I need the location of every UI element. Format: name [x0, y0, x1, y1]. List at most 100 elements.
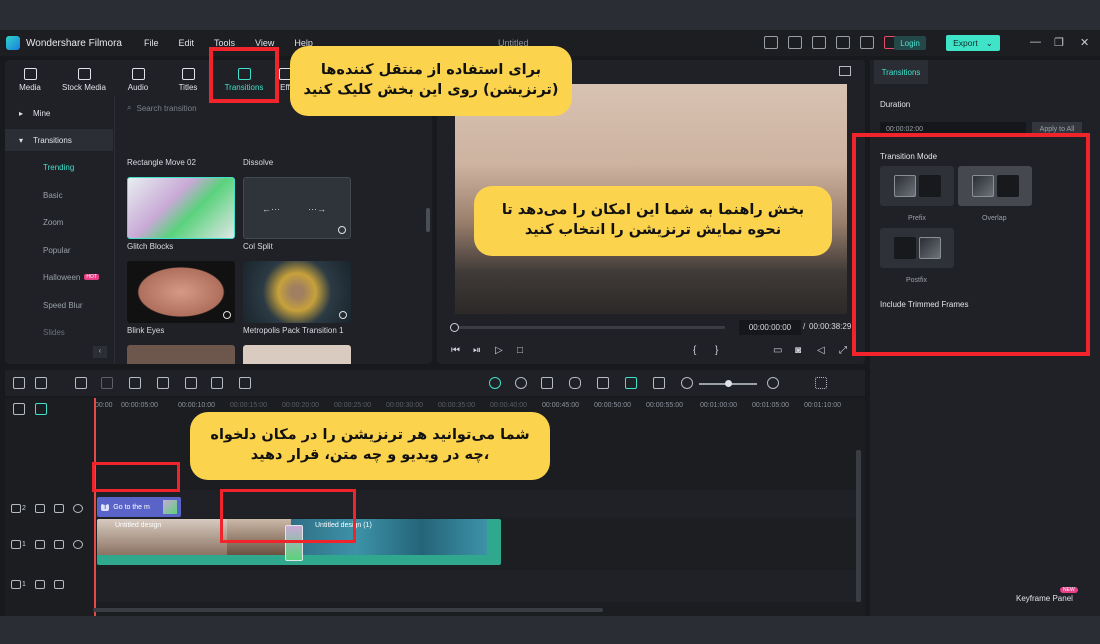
volume-icon[interactable]: ◁ [817, 345, 825, 356]
thumb-row-4b[interactable] [243, 345, 351, 364]
label-rectangle-move: Rectangle Move 02 [127, 158, 196, 167]
play-icon[interactable]: ▷ [495, 345, 503, 356]
add-track-icon[interactable] [13, 403, 25, 415]
audio-track-lane[interactable] [93, 570, 861, 602]
menu-file[interactable]: File [144, 38, 159, 48]
tab-titles[interactable]: Titles [163, 60, 213, 96]
microphone-icon[interactable] [569, 377, 581, 389]
tip-transitions-line2: (ترنزیشن) روی این بخش کلیک کنید [303, 82, 559, 98]
stop-icon[interactable]: □ [517, 345, 523, 356]
thumb-metropolis[interactable] [243, 261, 351, 323]
thumb-blink-eyes[interactable] [127, 261, 235, 323]
zoom-in-icon[interactable] [767, 377, 779, 389]
label-dissolve: Dissolve [243, 158, 274, 167]
timeline-hscrollbar[interactable] [93, 608, 603, 612]
progress-knob[interactable] [450, 323, 459, 332]
render-icon[interactable] [653, 377, 665, 389]
ruler-tick: 00:00:20:00 [282, 402, 319, 409]
title-clip[interactable]: T Go to the m [97, 497, 181, 517]
tab-media[interactable]: Media [5, 60, 55, 96]
save-icon[interactable] [788, 36, 802, 49]
sidebar-item-basic[interactable]: Basic [5, 184, 113, 206]
zoom-out-icon[interactable] [681, 377, 693, 389]
sidebar-item-halloween[interactable]: Halloween HOT [5, 266, 113, 288]
zoom-slider-knob[interactable] [725, 380, 732, 387]
cloud-icon[interactable] [812, 36, 826, 49]
folder-icon[interactable] [34, 539, 45, 549]
keyframe-panel-button[interactable]: Keyframe Panel [1016, 594, 1073, 603]
login-button[interactable]: Login [894, 36, 926, 50]
speaker-icon[interactable] [53, 539, 64, 549]
motion-icon[interactable] [515, 377, 527, 389]
sidebar-item-slides[interactable]: Slides [5, 321, 113, 343]
camera-icon[interactable]: ◙ [795, 345, 801, 356]
auto-highlight-icon[interactable] [489, 377, 501, 389]
sidebar-item-popular[interactable]: Popular [5, 239, 113, 261]
search-icon: ⌕ [127, 103, 132, 112]
speed-icon[interactable] [211, 377, 223, 389]
speaker-icon[interactable] [53, 579, 64, 589]
audio-sync-icon[interactable] [239, 377, 251, 389]
search-placeholder: Search transition [136, 103, 197, 113]
tab-titles-label: Titles [178, 83, 198, 92]
close-icon[interactable]: ✕ [1080, 36, 1089, 49]
menu-edit[interactable]: Edit [178, 38, 194, 48]
shield-icon[interactable] [541, 377, 553, 389]
link-icon[interactable] [35, 403, 47, 415]
track-head-audio-1: 1 [5, 564, 93, 604]
step-play-icon[interactable]: ⏯ [473, 345, 481, 356]
snapshot-toggle-icon[interactable] [839, 66, 851, 76]
mark-in-icon[interactable]: { [693, 345, 696, 356]
library-scrollbar[interactable] [426, 208, 430, 232]
zoom-slider[interactable] [699, 380, 757, 387]
track-head-video-2: 2 [5, 488, 93, 528]
grid-layout-icon[interactable] [815, 377, 827, 389]
timeline-scrollbar[interactable] [856, 450, 861, 602]
prev-frame-icon[interactable]: ⏮ [451, 345, 460, 356]
export-button[interactable]: Export ⌄ [946, 35, 1000, 51]
snap-icon[interactable] [625, 377, 637, 389]
tab-effects-label: Eff [280, 83, 290, 92]
thumb-col-split[interactable]: ←··· ···→ [243, 177, 351, 239]
thumb-row-4a[interactable] [127, 345, 235, 364]
sidebar-item-zoom[interactable]: Zoom [5, 211, 113, 233]
music-icon[interactable] [597, 377, 609, 389]
display-icon[interactable]: ▭ [773, 345, 782, 356]
folder-icon[interactable] [34, 503, 45, 513]
thumb-glitch-blocks[interactable] [127, 177, 235, 239]
redo-icon[interactable] [101, 377, 113, 389]
playhead[interactable] [94, 398, 96, 616]
tab-stock-media-label: Stock Media [61, 83, 107, 92]
eye-icon[interactable] [72, 539, 83, 549]
tab-stock-media[interactable]: Stock Media [55, 60, 113, 96]
tip-timeline-line1: شما می‌توانید هر ترنزیشن را در مکان دلخو… [210, 427, 530, 444]
eye-icon[interactable] [72, 503, 83, 513]
current-time[interactable]: 00:00:00:00 [739, 320, 801, 335]
layout-icon[interactable] [13, 377, 25, 389]
mark-out-icon[interactable]: } [715, 345, 718, 356]
sidebar-item-trending[interactable]: Trending [5, 156, 113, 178]
undo-icon[interactable] [75, 377, 87, 389]
restore-icon[interactable]: ❐ [1054, 36, 1064, 49]
ruler-tick: 00:00:35:00 [438, 402, 475, 409]
download-icon[interactable] [836, 36, 850, 49]
collapse-sidebar-icon[interactable]: ‹ [93, 346, 107, 358]
tip-transitions-line1: برای استفاده از منتقل کننده‌ها [320, 62, 542, 79]
delete-icon[interactable] [129, 377, 141, 389]
text-icon[interactable] [185, 377, 197, 389]
tab-transitions-properties[interactable]: Transitions [874, 60, 928, 84]
sidebar-item-mine[interactable]: ▸ Mine [5, 102, 113, 124]
monitor-icon[interactable] [764, 36, 778, 49]
folder-icon[interactable] [34, 579, 45, 589]
playback-progress[interactable] [450, 323, 725, 332]
grid-icon[interactable] [860, 36, 874, 49]
cut-icon[interactable] [157, 377, 169, 389]
select-arrow-icon[interactable] [35, 377, 47, 389]
minimize-icon[interactable]: — [1030, 36, 1041, 48]
sidebar-item-speed-blur[interactable]: Speed Blur [5, 294, 113, 316]
title-clip-thumb [163, 500, 177, 514]
tab-audio[interactable]: Audio [113, 60, 163, 96]
sidebar-item-transitions[interactable]: ▾ Transitions [5, 129, 113, 151]
speaker-icon[interactable] [53, 503, 64, 513]
fullscreen-icon[interactable]: ⤢ [839, 345, 847, 356]
